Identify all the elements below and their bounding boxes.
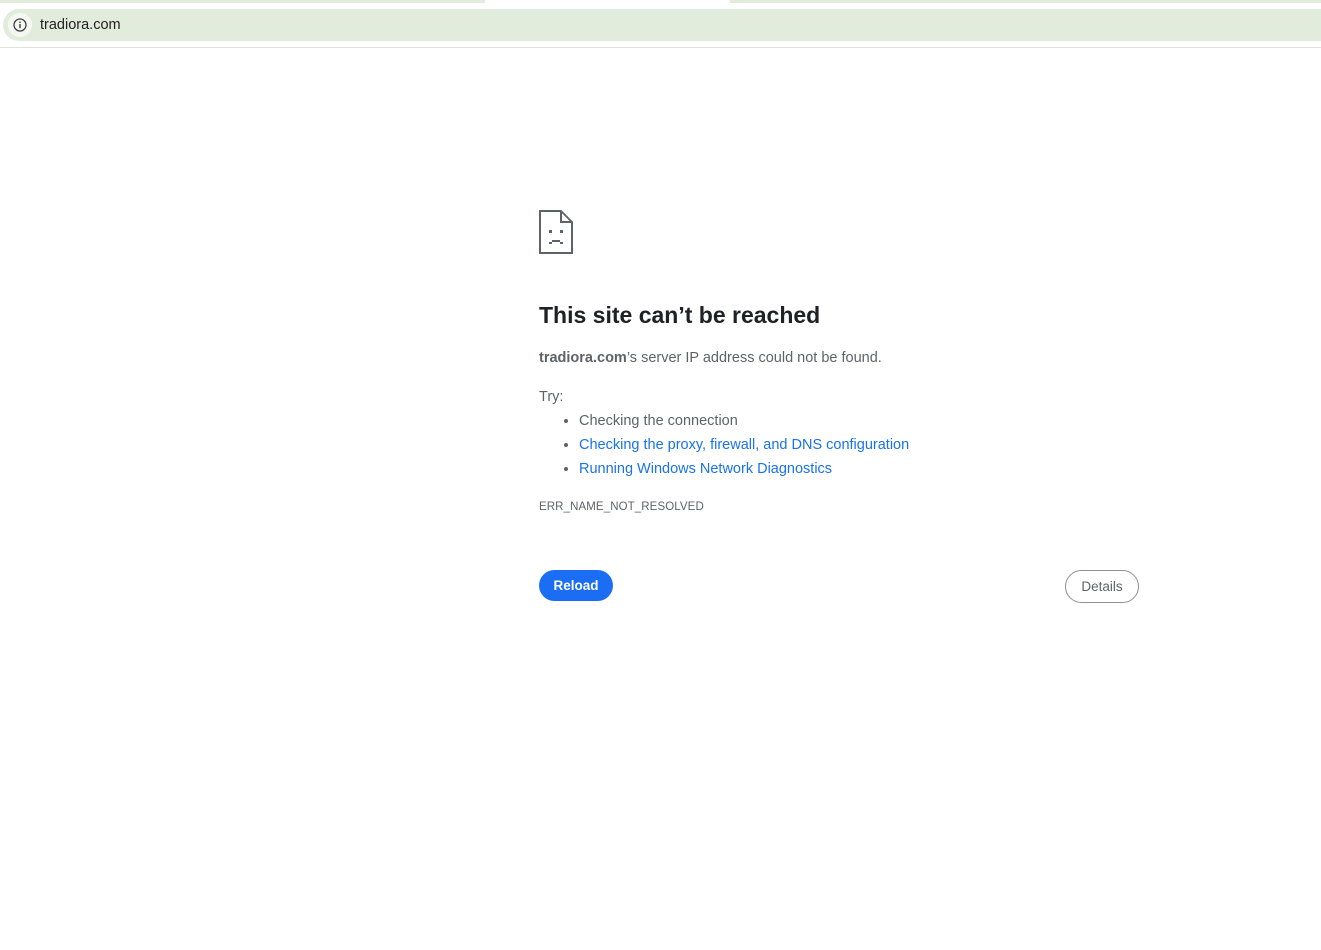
details-button[interactable]: Details <box>1065 570 1139 603</box>
suggestion-proxy-firewall-dns-link[interactable]: Checking the proxy, firewall, and DNS co… <box>579 437 909 453</box>
sad-page-icon <box>539 210 573 254</box>
list-item: Checking the connection <box>579 409 909 433</box>
tab-strip <box>0 0 1321 8</box>
list-item: Checking the proxy, firewall, and DNS co… <box>579 433 909 457</box>
address-bar[interactable]: tradiora.com <box>3 9 1321 41</box>
error-host: tradiora.com <box>539 350 627 366</box>
suggestion-check-connection: Checking the connection <box>579 413 738 429</box>
suggestions-list: Checking the connection Checking the pro… <box>539 409 909 481</box>
error-title: This site can’t be reached <box>539 302 821 328</box>
tab-edge <box>730 0 1321 3</box>
reload-button[interactable]: Reload <box>539 570 613 601</box>
browser-toolbar: tradiora.com <box>0 8 1321 48</box>
site-info-icon[interactable] <box>8 13 32 37</box>
address-url[interactable]: tradiora.com <box>40 16 121 34</box>
info-icon <box>13 18 27 32</box>
error-description: tradiora.com’s server IP address could n… <box>539 348 882 368</box>
error-code: ERR_NAME_NOT_RESOLVED <box>539 501 704 513</box>
list-item: Running Windows Network Diagnostics <box>579 457 909 481</box>
suggestion-network-diagnostics-link[interactable]: Running Windows Network Diagnostics <box>579 461 832 477</box>
tab-edge <box>0 0 485 3</box>
error-description-text: ’s server IP address could not be found. <box>626 350 882 366</box>
try-label: Try: <box>539 389 564 405</box>
